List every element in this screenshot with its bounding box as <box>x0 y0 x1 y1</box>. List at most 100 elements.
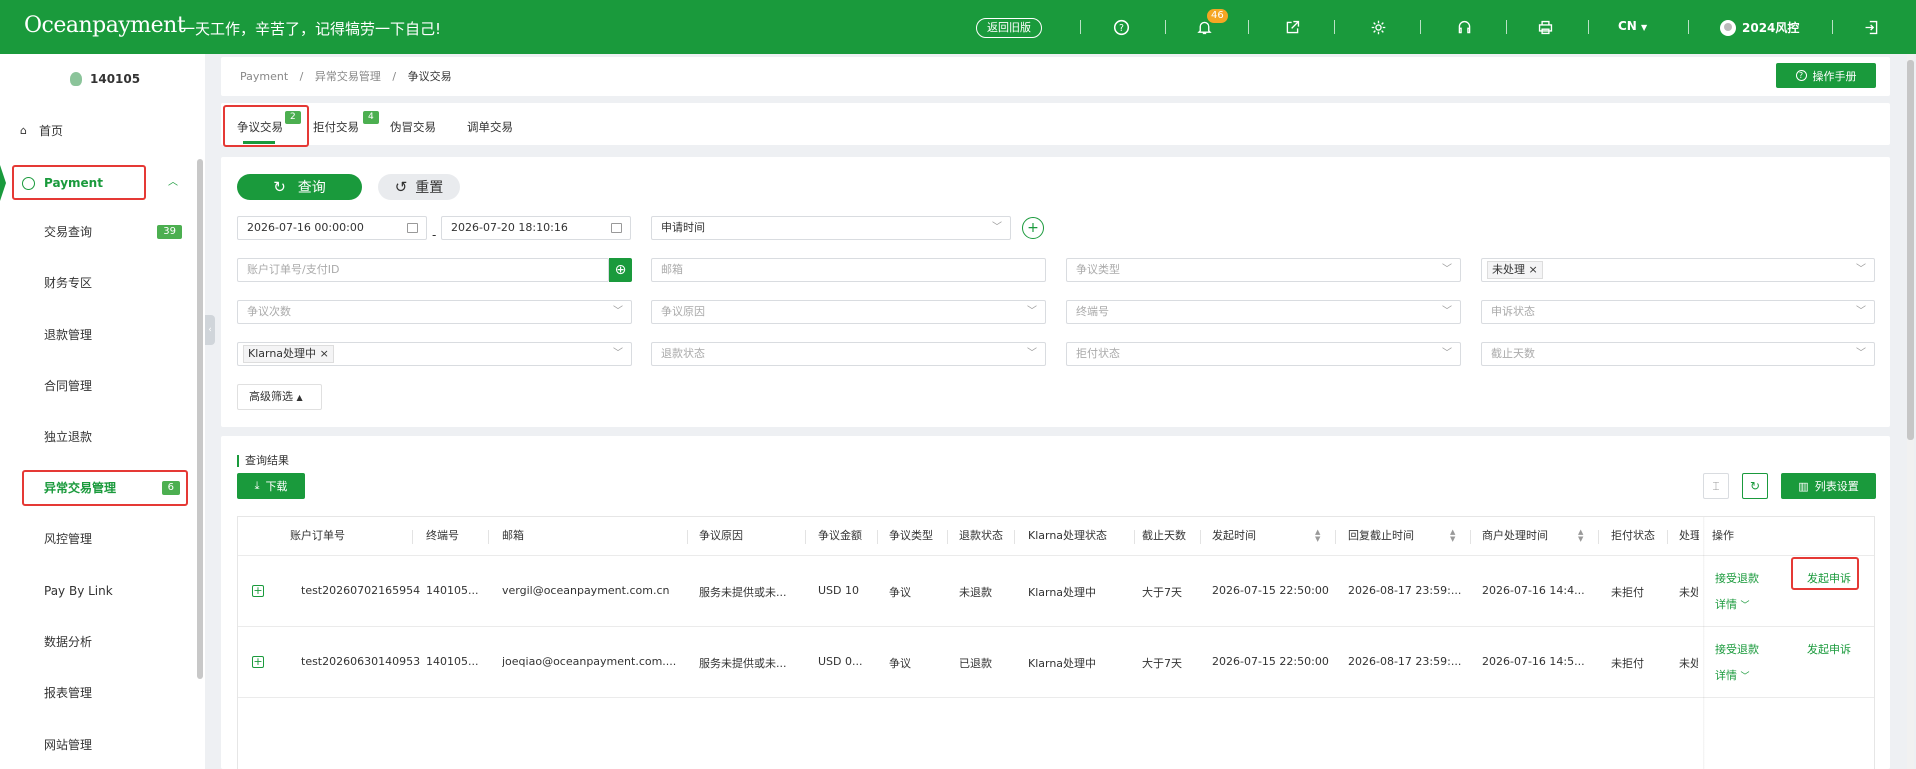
tab-badge: 4 <box>363 111 379 124</box>
tab-retrieval[interactable]: 调单交易 <box>467 119 513 135</box>
end-date-input[interactable]: 2026-07-20 18:10:16 <box>441 216 631 240</box>
chevron-up-icon[interactable]: ︿ <box>168 168 178 198</box>
logo: Oceanpayment <box>24 13 186 38</box>
accept-refund-link[interactable]: 接受退款 <box>1715 570 1759 586</box>
chevron-down-icon: ﹀ <box>1442 306 1452 317</box>
sidebar-item-analytics[interactable]: 数据分析 <box>0 627 195 657</box>
dispute-type-select[interactable]: 争议类型 ﹀ <box>1066 258 1461 282</box>
add-order-icon[interactable]: ⊕ <box>609 258 632 282</box>
dispute-reason-select[interactable]: 争议原因 ﹀ <box>651 300 1046 324</box>
details-link[interactable]: 详情 ﹀ <box>1715 667 1750 683</box>
klarna-status-select[interactable]: Klarna处理中 × ﹀ <box>237 342 632 366</box>
sort-icon[interactable]: ▲ ▼ <box>1578 529 1583 543</box>
sidebar-item-refund[interactable]: 退款管理 <box>0 320 195 350</box>
time-type-value: 申请时间 <box>661 221 705 234</box>
email-input[interactable]: 邮箱 <box>651 258 1046 282</box>
highlight-box <box>12 165 146 200</box>
status-tag: 未处理 × <box>1487 261 1543 279</box>
time-type-select[interactable]: 申请时间 ﹀ <box>651 216 1011 240</box>
old-version-button[interactable]: 返回旧版 <box>976 18 1042 38</box>
sidebar-item-label: 报表管理 <box>44 686 93 700</box>
column-settings-button[interactable]: ▥ 列表设置 <box>1781 473 1876 499</box>
filter-card <box>221 157 1890 427</box>
sidebar-item-finance[interactable]: 财务专区 <box>0 268 195 298</box>
details-link[interactable]: 详情 ﹀ <box>1715 596 1750 612</box>
sort-icon[interactable]: ▲ ▼ <box>1315 529 1320 543</box>
cell-email: joeqiao@oceanpayment.com.... <box>502 655 677 668</box>
close-icon[interactable]: × <box>1529 263 1538 276</box>
help-icon[interactable]: ? <box>1112 18 1130 36</box>
breadcrumb-abnormal[interactable]: 异常交易管理 <box>315 70 381 83</box>
process-status-select[interactable]: 未处理 × ﹀ <box>1481 258 1875 282</box>
divider <box>1506 20 1507 34</box>
cell-deadline: 大于7天 <box>1142 586 1182 599</box>
reset-button[interactable]: ↺ 重置 <box>378 174 460 200</box>
sidebar-item-home[interactable]: ⌂ 首页 <box>0 116 195 146</box>
cell-reply-deadline: 2026-08-17 23:59:... <box>1348 584 1462 597</box>
headset-icon[interactable] <box>1455 18 1473 36</box>
add-filter-icon[interactable]: + <box>1022 217 1044 239</box>
tab-fraud[interactable]: 伪冒交易 <box>390 119 436 135</box>
cell-amount: USD 10 <box>818 584 859 597</box>
collapse-sidebar-button[interactable]: ‹ <box>205 315 215 345</box>
language-selector[interactable]: CN ▼ <box>1618 19 1647 33</box>
terminal-select[interactable]: 终端号 ﹀ <box>1066 300 1461 324</box>
deadline-days-placeholder: 截止天数 <box>1491 347 1535 360</box>
chevron-down-icon: ﹀ <box>1740 672 1750 682</box>
expand-row-icon[interactable]: + <box>252 656 264 668</box>
accept-refund-link[interactable]: 接受退款 <box>1715 641 1759 657</box>
start-date-input[interactable]: 2026-07-16 00:00:00 <box>237 216 427 240</box>
advanced-filter-button[interactable]: 高级筛选 ▲ <box>237 384 322 410</box>
user-menu[interactable]: 2024风控 <box>1720 19 1799 36</box>
dispute-type-placeholder: 争议类型 <box>1076 263 1120 276</box>
scrollbar-thumb[interactable] <box>1907 60 1914 440</box>
home-icon: ⌂ <box>20 124 27 137</box>
printer-icon[interactable] <box>1536 18 1554 36</box>
sidebar-item-contract[interactable]: 合同管理 <box>0 371 195 401</box>
cell-type: 争议 <box>889 657 911 670</box>
external-link-icon[interactable] <box>1283 18 1301 36</box>
deadline-days-select[interactable]: 截止天数 ﹀ <box>1481 342 1875 366</box>
manual-button[interactable]: ? 操作手册 <box>1776 63 1876 88</box>
cell-klarna-status: Klarna处理中 <box>1028 657 1097 670</box>
tab-chargeback[interactable]: 拒付交易 <box>313 119 359 135</box>
start-date-value: 2026-07-16 00:00:00 <box>247 221 364 234</box>
highlight-box <box>223 105 309 147</box>
divider <box>1832 20 1833 34</box>
appeal-link[interactable]: 发起申诉 <box>1807 641 1851 657</box>
sidebar-item-website[interactable]: 网站管理 <box>0 730 195 760</box>
logout-icon[interactable] <box>1862 18 1880 36</box>
dispute-count-select[interactable]: 争议次数 ﹀ <box>237 300 632 324</box>
gear-icon[interactable] <box>1369 18 1387 36</box>
order-id-input[interactable]: 账户订单号/支付ID <box>237 258 609 282</box>
bar-chart-icon: ▥ <box>1798 479 1809 493</box>
status-tag: Klarna处理中 × <box>243 345 334 363</box>
column-width-icon[interactable]: ⌶ <box>1703 473 1729 499</box>
table-row-divider <box>238 697 1874 698</box>
sidebar-item-reports[interactable]: 报表管理 <box>0 678 195 708</box>
sidebar-item-transaction-query[interactable]: 交易查询 39 <box>0 217 195 247</box>
breadcrumb-payment[interactable]: Payment <box>240 70 288 83</box>
refund-status-select[interactable]: 退款状态 ﹀ <box>651 342 1046 366</box>
column-header: 终端号 <box>426 529 459 542</box>
close-icon[interactable]: × <box>320 347 329 360</box>
chargeback-status-select[interactable]: 拒付状态 ﹀ <box>1066 342 1461 366</box>
cell-terminal: 140105... <box>426 584 479 597</box>
appeal-status-select[interactable]: 申诉状态 ﹀ <box>1481 300 1875 324</box>
sidebar-item-independent-refund[interactable]: 独立退款 <box>0 422 195 452</box>
sidebar-item-risk[interactable]: 风控管理 <box>0 524 195 554</box>
cell-terminal: 140105... <box>426 655 479 668</box>
sort-icon[interactable]: ▲ ▼ <box>1450 529 1455 543</box>
query-button[interactable]: ↻ 查询 <box>237 174 362 200</box>
reset-icon: ↺ <box>394 178 408 196</box>
column-divider <box>1134 530 1135 544</box>
results-title: 查询结果 <box>237 455 289 467</box>
expand-row-icon[interactable]: + <box>252 585 264 597</box>
top-bar: Oceanpayment 一天工作，辛苦了，记得犒劳一下自己! 返回旧版 ? 4… <box>0 0 1916 54</box>
refresh-icon[interactable]: ↻ <box>1742 473 1768 499</box>
download-button[interactable]: ⤓ 下载 <box>237 473 305 499</box>
sidebar-scrollbar[interactable] <box>197 159 203 679</box>
sidebar-item-pay-by-link[interactable]: Pay By Link <box>0 576 195 606</box>
column-header: 发起时间 <box>1212 529 1256 542</box>
page-scrollbar[interactable] <box>1907 54 1914 769</box>
